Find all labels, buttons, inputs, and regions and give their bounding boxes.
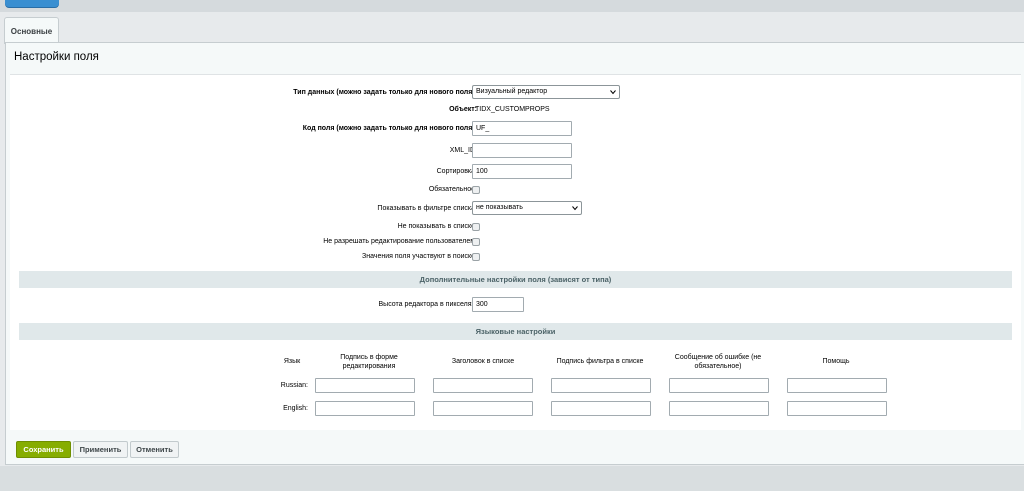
en-list-title-input[interactable] [433, 401, 533, 416]
en-filter-caption-input[interactable] [551, 401, 651, 416]
en-error-message-input[interactable] [669, 401, 769, 416]
top-button[interactable] [5, 0, 59, 7]
save-button[interactable]: Сохранить [16, 441, 71, 458]
ru-help-input[interactable] [787, 378, 887, 393]
code-input[interactable] [472, 121, 572, 136]
data-type-value: Визуальный редактор [476, 88, 548, 95]
hide-in-list-label: Не показывать в списке: [397, 223, 477, 230]
required-checkbox[interactable] [472, 186, 480, 194]
data-type-label: Тип данных (можно задать только для ново… [293, 89, 477, 96]
cancel-button[interactable]: Отменить [130, 441, 179, 458]
extra-section-header: Дополнительные настройки поля (зависят о… [19, 271, 1012, 288]
editor-height-input[interactable] [472, 297, 524, 312]
apply-button[interactable]: Применить [73, 441, 128, 458]
data-type-select[interactable]: Визуальный редактор [472, 85, 620, 99]
search-checkbox[interactable] [472, 253, 480, 261]
object-label: Объект: [449, 106, 477, 113]
chevron-down-icon [572, 206, 578, 211]
form-caption-col-header: Подпись в форме редактирования [340, 354, 398, 370]
lang-section-header: Языковые настройки [19, 323, 1012, 340]
help-col-header: Помощь [822, 358, 850, 365]
chevron-down-icon [610, 90, 616, 95]
search-label: Значения поля участвуют в поиске: [361, 253, 477, 260]
filter-caption-col-header: Подпись фильтра в списке [556, 358, 644, 365]
tab-bar: Основные [0, 12, 1024, 44]
hide-in-list-checkbox[interactable] [472, 223, 480, 231]
en-help-input[interactable] [787, 401, 887, 416]
editor-height-label: Высота редактора в пикселях: [378, 301, 477, 308]
panel-title: Настройки поля [14, 51, 99, 63]
required-label: Обязательное: [428, 186, 477, 193]
filter-label: Показывать в фильтре списка: [377, 205, 477, 212]
form-area: Тип данных (можно задать только для ново… [10, 74, 1021, 430]
sort-label: Сортировка: [436, 168, 477, 175]
ru-list-title-input[interactable] [433, 378, 533, 393]
lang-row-russian: Russian: [280, 382, 308, 389]
tab-main[interactable]: Основные [4, 17, 59, 44]
object-value: TIDX_CUSTOMPROPS [475, 106, 550, 113]
sort-input[interactable] [472, 164, 572, 179]
code-label: Код поля (можно задать только для нового… [302, 125, 477, 132]
list-title-col-header: Заголовок в списке [451, 358, 515, 365]
ru-filter-caption-input[interactable] [551, 378, 651, 393]
filter-select[interactable]: не показывать [472, 201, 582, 215]
lang-row-english: English: [283, 405, 308, 412]
settings-panel: Настройки поля Тип данных (можно задать … [5, 42, 1024, 465]
top-strip [0, 0, 1024, 12]
ru-error-message-input[interactable] [669, 378, 769, 393]
ru-form-caption-input[interactable] [315, 378, 415, 393]
lang-col-header: Язык [283, 358, 301, 365]
no-edit-checkbox[interactable] [472, 238, 480, 246]
filter-value: не показывать [476, 204, 523, 211]
error-message-col-header: Сообщение об ошибке (не обязательное) [674, 354, 762, 370]
bottom-strip [0, 466, 1024, 491]
en-form-caption-input[interactable] [315, 401, 415, 416]
xml-id-input[interactable] [472, 143, 572, 158]
no-edit-label: Не разрешать редактирование пользователе… [323, 238, 477, 245]
